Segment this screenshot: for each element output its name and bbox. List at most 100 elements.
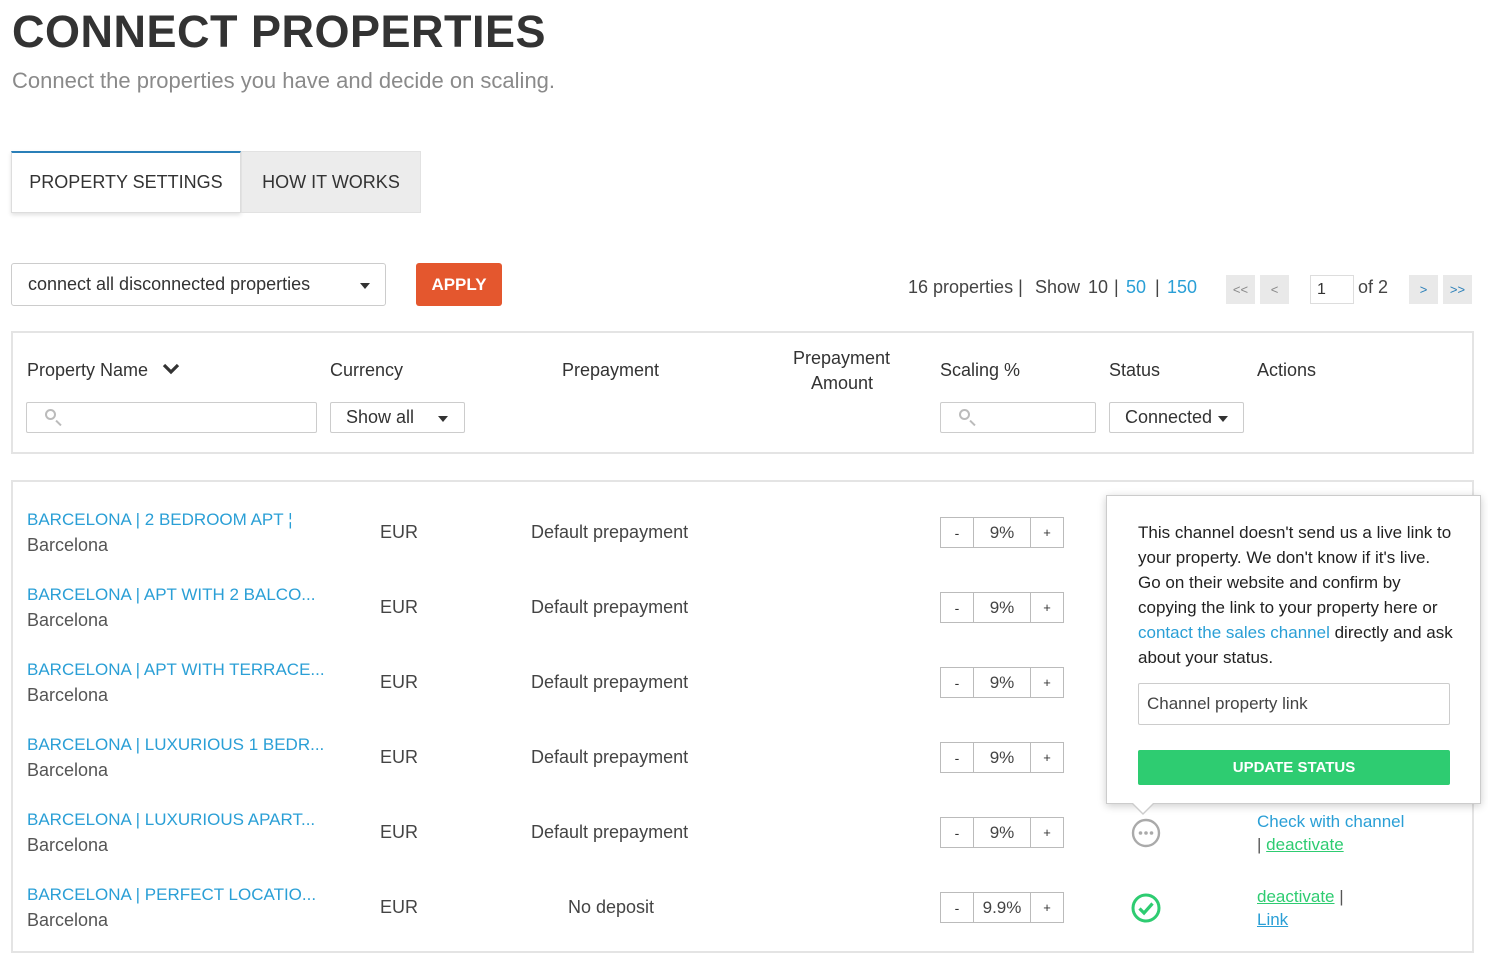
scaling-value[interactable]: 9% (974, 518, 1030, 547)
caret-down-icon (1218, 416, 1228, 422)
tab-property-settings[interactable]: PROPERTY SETTINGS (11, 151, 241, 213)
next-page-button[interactable]: > (1409, 275, 1438, 304)
page-number-input[interactable]: 1 (1310, 275, 1354, 304)
update-status-button[interactable]: UPDATE STATUS (1138, 750, 1450, 785)
pager-sep: | (1114, 277, 1119, 297)
row5-actions-line: | deactivate (1257, 835, 1344, 855)
bulk-action-value: connect all disconnected properties (28, 274, 311, 294)
scaling-stepper: - 9% + (940, 817, 1064, 848)
scaling-value[interactable]: 9% (974, 668, 1030, 697)
page-subtitle: Connect the properties you have and deci… (12, 68, 556, 93)
property-currency: EUR (380, 522, 419, 542)
show-150[interactable]: 150 (1167, 277, 1197, 298)
action-separator: | (1257, 835, 1262, 854)
deactivate-link[interactable]: deactivate (1257, 887, 1335, 906)
scaling-decrease-button[interactable]: - (941, 818, 974, 847)
col-currency: Currency (330, 360, 404, 380)
popover-text-1: This channel doesn't send us a live link… (1138, 523, 1452, 617)
scaling-decrease-button[interactable]: - (941, 743, 974, 772)
search-icon (45, 409, 56, 420)
scaling-increase-button[interactable]: + (1030, 593, 1063, 622)
col-scaling: Scaling % (940, 360, 1021, 380)
scaling-increase-button[interactable]: + (1030, 743, 1063, 772)
first-page-button[interactable]: << (1226, 275, 1255, 304)
scaling-value[interactable]: 9.9% (974, 893, 1030, 922)
property-name-link[interactable]: BARCELONA | LUXURIOUS APART... (27, 810, 315, 830)
col-prepayment-amount-2: Amount (811, 373, 874, 393)
contact-sales-channel-link[interactable]: contact the sales channel (1138, 623, 1330, 642)
scaling-search-input[interactable] (940, 402, 1096, 433)
property-prepayment: No deposit (568, 897, 655, 917)
tab-how-it-works[interactable]: HOW IT WORKS (241, 151, 421, 213)
filter-header (11, 331, 1474, 454)
caret-down-icon (360, 283, 370, 289)
properties-count: 16 properties | (908, 277, 1023, 297)
show-label: Show (1035, 277, 1081, 297)
property-city: Barcelona (27, 760, 109, 780)
property-name-search-input[interactable] (26, 402, 317, 433)
channel-property-link-input[interactable]: Channel property link (1138, 683, 1450, 725)
popover-message: This channel doesn't send us a live link… (1138, 520, 1454, 670)
show-50[interactable]: 50 (1126, 277, 1146, 298)
scaling-decrease-button[interactable]: - (941, 518, 974, 547)
scaling-stepper: - 9.9% + (940, 892, 1064, 923)
bulk-action-select[interactable]: connect all disconnected properties (11, 263, 386, 306)
scaling-stepper: - 9% + (940, 517, 1064, 548)
property-currency: EUR (380, 822, 419, 842)
page-of-text: of 2 (1358, 277, 1389, 297)
scaling-stepper: - 9% + (940, 667, 1064, 698)
property-city: Barcelona (27, 535, 109, 555)
status-connected-icon[interactable] (1130, 892, 1162, 929)
scaling-value[interactable]: 9% (974, 818, 1030, 847)
scaling-value[interactable]: 9% (974, 593, 1030, 622)
property-prepayment: Default prepayment (531, 522, 689, 542)
check-with-channel-link[interactable]: Check with channel (1257, 812, 1404, 832)
scaling-stepper: - 9% + (940, 742, 1064, 773)
currency-filter-value: Show all (346, 407, 415, 427)
col-actions: Actions (1257, 360, 1317, 380)
property-link[interactable]: Link (1257, 910, 1288, 930)
row6-actions-line: deactivate | (1257, 887, 1344, 907)
chevron-down-icon[interactable] (162, 362, 180, 381)
action-separator: | (1339, 887, 1344, 906)
property-city: Barcelona (27, 610, 109, 630)
currency-filter-select[interactable]: Show all (330, 402, 465, 433)
property-currency: EUR (380, 747, 419, 767)
status-filter-value: Connected (1125, 407, 1213, 427)
last-page-button[interactable]: >> (1443, 275, 1472, 304)
scaling-increase-button[interactable]: + (1030, 818, 1063, 847)
prev-page-button[interactable]: < (1260, 275, 1289, 304)
property-city: Barcelona (27, 685, 109, 705)
property-city: Barcelona (27, 910, 109, 930)
property-name-link[interactable]: BARCELONA | PERFECT LOCATIO... (27, 885, 316, 905)
property-prepayment: Default prepayment (531, 747, 689, 767)
property-name-link[interactable]: BARCELONA | APT WITH 2 BALCO... (27, 585, 315, 605)
scaling-decrease-button[interactable]: - (941, 593, 974, 622)
scaling-value[interactable]: 9% (974, 743, 1030, 772)
property-name-link[interactable]: BARCELONA | APT WITH TERRACE... (27, 660, 325, 680)
scaling-increase-button[interactable]: + (1030, 893, 1063, 922)
status-pending-icon[interactable] (1130, 817, 1162, 854)
property-prepayment: Default prepayment (531, 822, 689, 842)
caret-down-icon (438, 416, 448, 422)
status-filter-select[interactable]: Connected (1109, 402, 1244, 433)
page-title: CONNECT PROPERTIES (12, 6, 547, 57)
scaling-decrease-button[interactable]: - (941, 668, 974, 697)
property-prepayment: Default prepayment (531, 672, 689, 692)
property-prepayment: Default prepayment (531, 597, 689, 617)
property-name-link[interactable]: BARCELONA | 2 BEDROOM APT ¦ (27, 510, 292, 530)
apply-button[interactable]: APPLY (416, 263, 502, 306)
col-prepayment: Prepayment (562, 360, 660, 380)
col-status: Status (1109, 360, 1161, 380)
property-name-link[interactable]: BARCELONA | LUXURIOUS 1 BEDR... (27, 735, 324, 755)
property-currency: EUR (380, 672, 419, 692)
popover-arrow-fill (1132, 802, 1154, 813)
deactivate-link[interactable]: deactivate (1266, 835, 1344, 854)
show-10[interactable]: 10 (1088, 277, 1108, 298)
scaling-increase-button[interactable]: + (1030, 518, 1063, 547)
scaling-increase-button[interactable]: + (1030, 668, 1063, 697)
property-currency: EUR (380, 897, 419, 917)
property-city: Barcelona (27, 835, 109, 855)
scaling-decrease-button[interactable]: - (941, 893, 974, 922)
col-property-name[interactable]: Property Name (27, 360, 148, 381)
